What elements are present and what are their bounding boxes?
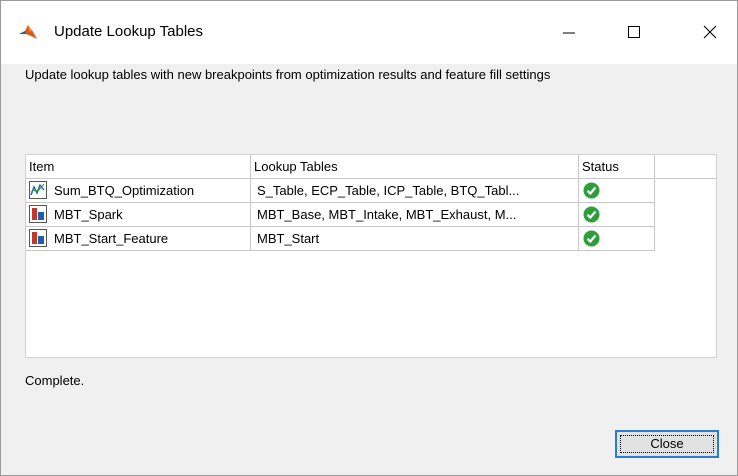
maximize-button[interactable]: [611, 15, 657, 49]
window-title: Update Lookup Tables: [54, 23, 204, 40]
minimize-button[interactable]: [546, 15, 592, 49]
table-row[interactable]: MBT_Spark MBT_Base, MBT_Intake, MBT_Exha…: [26, 203, 655, 227]
item-label: Sum_BTQ_Optimization: [54, 183, 195, 198]
close-button-label: Close: [650, 436, 684, 451]
column-header-item[interactable]: Item: [26, 155, 251, 178]
item-cell: MBT_Start_Feature: [26, 227, 251, 250]
complete-check-icon: [583, 206, 600, 223]
column-header-lookup-tables[interactable]: Lookup Tables: [251, 155, 579, 178]
status-cell: [579, 227, 655, 250]
lookup-tables-cell: MBT_Start: [251, 227, 579, 250]
status-message: Complete.: [25, 373, 85, 388]
feature-icon: [29, 205, 47, 223]
item-label: MBT_Start_Feature: [54, 231, 169, 246]
lookup-tables-cell: MBT_Base, MBT_Intake, MBT_Exhaust, M...: [251, 203, 579, 226]
status-cell: [579, 203, 655, 226]
complete-check-icon: [583, 182, 600, 199]
item-cell: MBT_Spark: [26, 203, 251, 226]
lookup-tables-cell: S_Table, ECP_Table, ICP_Table, BTQ_Tabl.…: [251, 179, 579, 202]
column-header-status[interactable]: Status: [579, 155, 655, 178]
item-label: MBT_Spark: [54, 207, 123, 222]
lookup-table-grid[interactable]: Item Lookup Tables Status Sum_BTQ_Optimi…: [25, 154, 717, 358]
complete-check-icon: [583, 230, 600, 247]
table-row[interactable]: MBT_Start_Feature MBT_Start: [26, 227, 655, 251]
close-window-button[interactable]: [687, 15, 733, 49]
close-icon: [703, 25, 717, 39]
close-button[interactable]: Close: [615, 430, 719, 458]
feature-icon: [29, 229, 47, 247]
maximize-icon: [628, 26, 640, 38]
title-bar[interactable]: Update Lookup Tables: [1, 1, 737, 64]
optimization-icon: [29, 181, 47, 199]
table-header: Item Lookup Tables Status: [26, 155, 716, 179]
minimize-icon: [563, 32, 575, 34]
matlab-logo-icon: [18, 22, 38, 42]
dialog-window: Update Lookup Tables Update lookup table…: [0, 0, 738, 476]
status-cell: [579, 179, 655, 202]
dialog-description: Update lookup tables with new breakpoint…: [25, 67, 551, 82]
table-row[interactable]: Sum_BTQ_Optimization S_Table, ECP_Table,…: [26, 179, 655, 203]
item-cell: Sum_BTQ_Optimization: [26, 179, 251, 202]
